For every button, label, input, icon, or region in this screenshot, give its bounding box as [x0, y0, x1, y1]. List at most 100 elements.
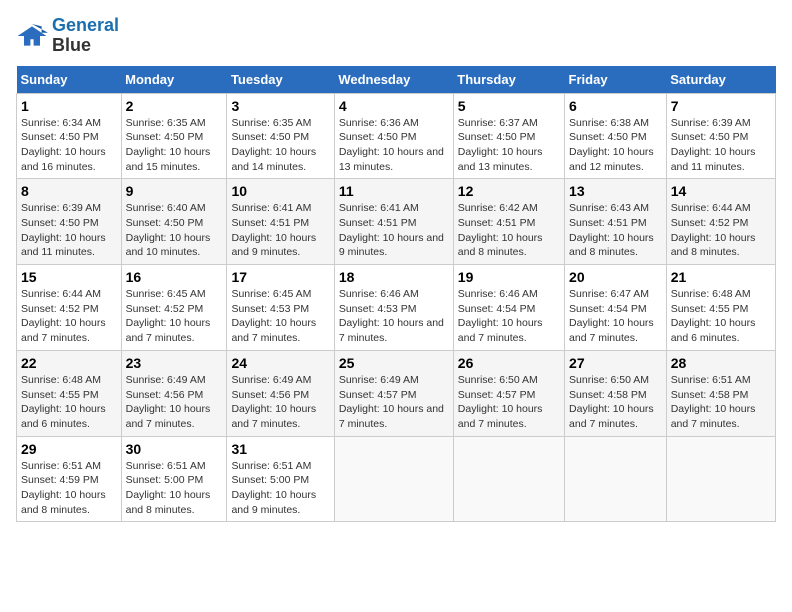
- calendar-header-row: SundayMondayTuesdayWednesdayThursdayFrid…: [17, 66, 776, 94]
- day-number: 21: [671, 269, 771, 285]
- cell-content: Sunrise: 6:37 AMSunset: 4:50 PMDaylight:…: [458, 116, 560, 175]
- day-number: 25: [339, 355, 449, 371]
- day-number: 3: [231, 98, 329, 114]
- calendar-cell: 8 Sunrise: 6:39 AMSunset: 4:50 PMDayligh…: [17, 179, 122, 265]
- logo-text: GeneralBlue: [52, 16, 119, 56]
- logo: GeneralBlue: [16, 16, 119, 56]
- calendar-cell: 31 Sunrise: 6:51 AMSunset: 5:00 PMDaylig…: [227, 436, 334, 522]
- cell-content: Sunrise: 6:46 AMSunset: 4:53 PMDaylight:…: [339, 287, 449, 346]
- cell-content: Sunrise: 6:43 AMSunset: 4:51 PMDaylight:…: [569, 201, 662, 260]
- calendar-cell: [666, 436, 775, 522]
- cell-content: Sunrise: 6:47 AMSunset: 4:54 PMDaylight:…: [569, 287, 662, 346]
- cell-content: Sunrise: 6:50 AMSunset: 4:58 PMDaylight:…: [569, 373, 662, 432]
- calendar-cell: 23 Sunrise: 6:49 AMSunset: 4:56 PMDaylig…: [121, 350, 227, 436]
- calendar-cell: 13 Sunrise: 6:43 AMSunset: 4:51 PMDaylig…: [565, 179, 667, 265]
- day-number: 12: [458, 183, 560, 199]
- calendar-cell: 25 Sunrise: 6:49 AMSunset: 4:57 PMDaylig…: [334, 350, 453, 436]
- day-number: 14: [671, 183, 771, 199]
- cell-content: Sunrise: 6:39 AMSunset: 4:50 PMDaylight:…: [671, 116, 771, 175]
- calendar-cell: 16 Sunrise: 6:45 AMSunset: 4:52 PMDaylig…: [121, 265, 227, 351]
- calendar-cell: 14 Sunrise: 6:44 AMSunset: 4:52 PMDaylig…: [666, 179, 775, 265]
- cell-content: Sunrise: 6:41 AMSunset: 4:51 PMDaylight:…: [231, 201, 329, 260]
- day-number: 6: [569, 98, 662, 114]
- cell-content: Sunrise: 6:49 AMSunset: 4:56 PMDaylight:…: [126, 373, 223, 432]
- cell-content: Sunrise: 6:51 AMSunset: 4:58 PMDaylight:…: [671, 373, 771, 432]
- logo-icon: [16, 20, 48, 52]
- calendar-cell: [453, 436, 564, 522]
- week-row-5: 29 Sunrise: 6:51 AMSunset: 4:59 PMDaylig…: [17, 436, 776, 522]
- day-number: 5: [458, 98, 560, 114]
- day-number: 27: [569, 355, 662, 371]
- day-number: 29: [21, 441, 117, 457]
- calendar-cell: 20 Sunrise: 6:47 AMSunset: 4:54 PMDaylig…: [565, 265, 667, 351]
- calendar-cell: 24 Sunrise: 6:49 AMSunset: 4:56 PMDaylig…: [227, 350, 334, 436]
- day-number: 10: [231, 183, 329, 199]
- calendar-table: SundayMondayTuesdayWednesdayThursdayFrid…: [16, 66, 776, 523]
- calendar-cell: 17 Sunrise: 6:45 AMSunset: 4:53 PMDaylig…: [227, 265, 334, 351]
- calendar-cell: 9 Sunrise: 6:40 AMSunset: 4:50 PMDayligh…: [121, 179, 227, 265]
- week-row-1: 1 Sunrise: 6:34 AMSunset: 4:50 PMDayligh…: [17, 93, 776, 179]
- day-number: 20: [569, 269, 662, 285]
- cell-content: Sunrise: 6:49 AMSunset: 4:57 PMDaylight:…: [339, 373, 449, 432]
- page-header: GeneralBlue: [16, 16, 776, 56]
- calendar-cell: 30 Sunrise: 6:51 AMSunset: 5:00 PMDaylig…: [121, 436, 227, 522]
- day-number: 7: [671, 98, 771, 114]
- day-number: 18: [339, 269, 449, 285]
- cell-content: Sunrise: 6:45 AMSunset: 4:52 PMDaylight:…: [126, 287, 223, 346]
- cell-content: Sunrise: 6:44 AMSunset: 4:52 PMDaylight:…: [21, 287, 117, 346]
- calendar-cell: 3 Sunrise: 6:35 AMSunset: 4:50 PMDayligh…: [227, 93, 334, 179]
- cell-content: Sunrise: 6:41 AMSunset: 4:51 PMDaylight:…: [339, 201, 449, 260]
- day-number: 1: [21, 98, 117, 114]
- cell-content: Sunrise: 6:35 AMSunset: 4:50 PMDaylight:…: [231, 116, 329, 175]
- calendar-cell: 19 Sunrise: 6:46 AMSunset: 4:54 PMDaylig…: [453, 265, 564, 351]
- calendar-cell: 18 Sunrise: 6:46 AMSunset: 4:53 PMDaylig…: [334, 265, 453, 351]
- calendar-cell: 27 Sunrise: 6:50 AMSunset: 4:58 PMDaylig…: [565, 350, 667, 436]
- calendar-cell: 21 Sunrise: 6:48 AMSunset: 4:55 PMDaylig…: [666, 265, 775, 351]
- calendar-cell: 12 Sunrise: 6:42 AMSunset: 4:51 PMDaylig…: [453, 179, 564, 265]
- header-wednesday: Wednesday: [334, 66, 453, 94]
- cell-content: Sunrise: 6:34 AMSunset: 4:50 PMDaylight:…: [21, 116, 117, 175]
- calendar-cell: 15 Sunrise: 6:44 AMSunset: 4:52 PMDaylig…: [17, 265, 122, 351]
- day-number: 11: [339, 183, 449, 199]
- calendar-cell: 1 Sunrise: 6:34 AMSunset: 4:50 PMDayligh…: [17, 93, 122, 179]
- cell-content: Sunrise: 6:39 AMSunset: 4:50 PMDaylight:…: [21, 201, 117, 260]
- day-number: 30: [126, 441, 223, 457]
- calendar-cell: [334, 436, 453, 522]
- calendar-cell: 22 Sunrise: 6:48 AMSunset: 4:55 PMDaylig…: [17, 350, 122, 436]
- cell-content: Sunrise: 6:35 AMSunset: 4:50 PMDaylight:…: [126, 116, 223, 175]
- cell-content: Sunrise: 6:36 AMSunset: 4:50 PMDaylight:…: [339, 116, 449, 175]
- cell-content: Sunrise: 6:51 AMSunset: 5:00 PMDaylight:…: [126, 459, 223, 518]
- cell-content: Sunrise: 6:49 AMSunset: 4:56 PMDaylight:…: [231, 373, 329, 432]
- cell-content: Sunrise: 6:51 AMSunset: 4:59 PMDaylight:…: [21, 459, 117, 518]
- day-number: 26: [458, 355, 560, 371]
- calendar-cell: 29 Sunrise: 6:51 AMSunset: 4:59 PMDaylig…: [17, 436, 122, 522]
- day-number: 22: [21, 355, 117, 371]
- calendar-cell: 2 Sunrise: 6:35 AMSunset: 4:50 PMDayligh…: [121, 93, 227, 179]
- day-number: 16: [126, 269, 223, 285]
- day-number: 28: [671, 355, 771, 371]
- cell-content: Sunrise: 6:51 AMSunset: 5:00 PMDaylight:…: [231, 459, 329, 518]
- calendar-cell: 4 Sunrise: 6:36 AMSunset: 4:50 PMDayligh…: [334, 93, 453, 179]
- header-friday: Friday: [565, 66, 667, 94]
- day-number: 17: [231, 269, 329, 285]
- cell-content: Sunrise: 6:50 AMSunset: 4:57 PMDaylight:…: [458, 373, 560, 432]
- day-number: 23: [126, 355, 223, 371]
- day-number: 9: [126, 183, 223, 199]
- header-sunday: Sunday: [17, 66, 122, 94]
- week-row-4: 22 Sunrise: 6:48 AMSunset: 4:55 PMDaylig…: [17, 350, 776, 436]
- day-number: 2: [126, 98, 223, 114]
- calendar-cell: 26 Sunrise: 6:50 AMSunset: 4:57 PMDaylig…: [453, 350, 564, 436]
- cell-content: Sunrise: 6:46 AMSunset: 4:54 PMDaylight:…: [458, 287, 560, 346]
- cell-content: Sunrise: 6:44 AMSunset: 4:52 PMDaylight:…: [671, 201, 771, 260]
- calendar-cell: 5 Sunrise: 6:37 AMSunset: 4:50 PMDayligh…: [453, 93, 564, 179]
- header-thursday: Thursday: [453, 66, 564, 94]
- cell-content: Sunrise: 6:42 AMSunset: 4:51 PMDaylight:…: [458, 201, 560, 260]
- day-number: 31: [231, 441, 329, 457]
- week-row-3: 15 Sunrise: 6:44 AMSunset: 4:52 PMDaylig…: [17, 265, 776, 351]
- calendar-cell: 10 Sunrise: 6:41 AMSunset: 4:51 PMDaylig…: [227, 179, 334, 265]
- calendar-cell: 7 Sunrise: 6:39 AMSunset: 4:50 PMDayligh…: [666, 93, 775, 179]
- cell-content: Sunrise: 6:40 AMSunset: 4:50 PMDaylight:…: [126, 201, 223, 260]
- day-number: 24: [231, 355, 329, 371]
- day-number: 15: [21, 269, 117, 285]
- day-number: 13: [569, 183, 662, 199]
